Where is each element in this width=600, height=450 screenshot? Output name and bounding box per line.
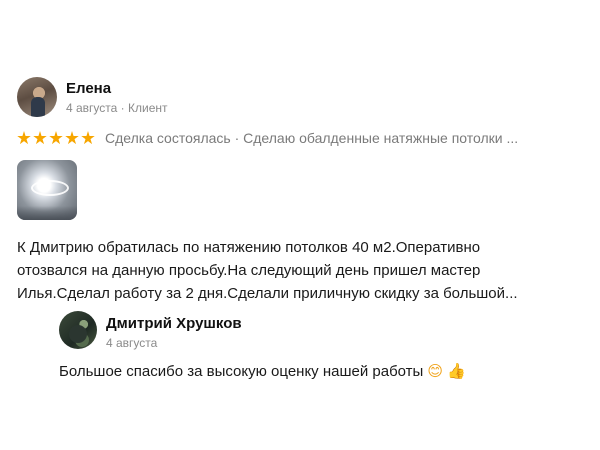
- star-rating: [17, 131, 97, 145]
- reply-text: Большое спасибо за высокую оценку нашей …: [59, 362, 466, 380]
- star-icon: [65, 131, 79, 145]
- reply-date: 4 августа: [106, 336, 158, 350]
- star-icon: [49, 131, 63, 145]
- author-role: Клиент: [128, 101, 168, 115]
- review-meta: 4 августа · Клиент: [66, 101, 168, 115]
- smile-emoji-icon: 😊: [427, 362, 443, 380]
- review-text[interactable]: К Дмитрию обратилась по натяжению потолк…: [17, 236, 577, 305]
- star-icon: [81, 131, 95, 145]
- review-text-line: К Дмитрию обратилась по натяжению потолк…: [17, 239, 481, 256]
- reply-author-name[interactable]: Дмитрий Хрушков: [106, 315, 242, 332]
- review-text-line: отозвался на данную просьбу.На следующий…: [17, 262, 481, 279]
- review-text-line: Илья.Сделал работу за 2 дня.Сделали прил…: [17, 285, 518, 302]
- review-photo[interactable]: [17, 160, 77, 220]
- review-card: Елена 4 августа · Клиент Сделка состояла…: [0, 0, 600, 450]
- star-icon: [33, 131, 47, 145]
- meta-separator: ·: [117, 101, 129, 115]
- deal-status-text[interactable]: Сделка состоялась · Сделаю обалденные на…: [105, 130, 518, 146]
- reply-avatar[interactable]: [59, 311, 97, 349]
- thumbs-up-emoji-icon: 👍: [446, 362, 466, 380]
- reply-text-body: Большое спасибо за высокую оценку нашей …: [59, 363, 424, 380]
- rating-row: Сделка состоялась · Сделаю обалденные на…: [17, 128, 518, 148]
- star-icon: [17, 131, 31, 145]
- author-name[interactable]: Елена: [66, 80, 111, 97]
- author-avatar[interactable]: [17, 77, 57, 117]
- review-date: 4 августа: [66, 101, 118, 115]
